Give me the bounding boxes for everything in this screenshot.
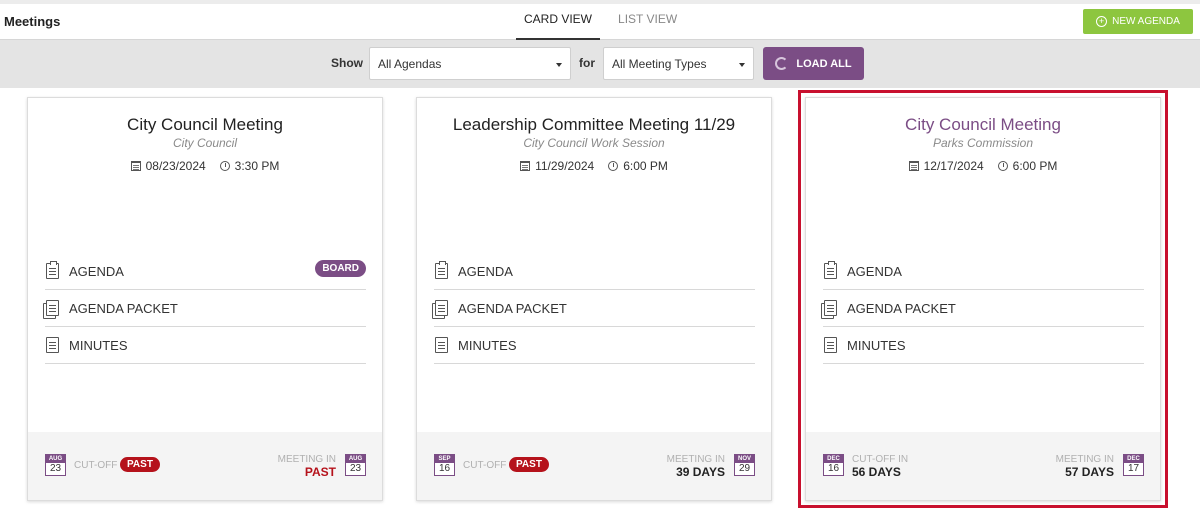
agenda-link[interactable]: AGENDA BOARD [45, 253, 366, 290]
cutoff-calendar-icon: DEC 16 [823, 454, 844, 476]
minutes-link[interactable]: MINUTES [434, 327, 755, 364]
clipboard-icon [435, 261, 448, 279]
new-agenda-label: NEW AGENDA [1112, 16, 1180, 27]
meeting-type-select-value: All Meeting Types [612, 57, 707, 71]
document-icon [824, 337, 837, 353]
plus-circle-icon: + [1096, 16, 1108, 27]
clock-icon [219, 161, 230, 171]
card-footer: DEC 16 CUT-OFF IN 56 DAYS MEETING IN 57 D… [806, 432, 1160, 500]
clock-icon [608, 161, 619, 171]
card-footer: AUG 23 CUT-OFF PAST MEETING IN PAST AUG 23 [28, 432, 382, 500]
tab-card-view[interactable]: CARD VIEW [516, 4, 601, 40]
meeting-time: 6:00 PM [623, 159, 668, 173]
agenda-label: AGENDA [847, 263, 902, 279]
filter-bar: Show All Agendas for All Meeting Types L… [0, 40, 1200, 88]
agenda-link[interactable]: AGENDA [434, 253, 755, 290]
calendar-icon [908, 161, 919, 171]
meeting-datetime: 12/17/2024 6:00 PM [806, 159, 1160, 173]
agenda-select[interactable]: All Agendas [369, 47, 571, 80]
meeting-calendar-icon: AUG 23 [345, 454, 366, 476]
calendar-icon [520, 161, 531, 171]
clock-icon [997, 161, 1008, 171]
reload-icon [775, 57, 789, 70]
agenda-packet-link[interactable]: AGENDA PACKET [45, 290, 366, 327]
chevron-down-icon [739, 63, 745, 67]
cutoff-calendar-icon: SEP 16 [434, 454, 455, 476]
meeting-datetime: 08/23/2024 3:30 PM [28, 159, 382, 173]
cutoff-label: CUT-OFF [74, 460, 118, 471]
meeting-card[interactable]: Leadership Committee Meeting 11/29 City … [416, 97, 772, 501]
meeting-body: City Council Work Session [523, 136, 665, 150]
show-label: Show [331, 56, 363, 70]
new-agenda-button[interactable]: + NEW AGENDA [1083, 9, 1193, 34]
document-icon [435, 337, 448, 353]
load-all-button[interactable]: LOAD ALL [763, 47, 864, 80]
meeting-in: MEETING IN 57 DAYS [1055, 454, 1114, 480]
meeting-in: MEETING IN 39 DAYS [666, 454, 725, 480]
packet-icon [435, 300, 448, 316]
chevron-down-icon [556, 63, 562, 67]
minutes-link[interactable]: MINUTES [45, 327, 366, 364]
agenda-packet-link[interactable]: AGENDA PACKET [434, 290, 755, 327]
for-label: for [579, 56, 595, 70]
meeting-body: City Council [172, 136, 238, 150]
meeting-calendar-icon: DEC 17 [1123, 454, 1144, 476]
view-tabs: CARD VIEW LIST VIEW [516, 4, 695, 40]
agenda-label: AGENDA [69, 263, 124, 279]
meeting-title[interactable]: Leadership Committee Meeting 11/29 [417, 115, 771, 135]
minutes-label: MINUTES [458, 337, 517, 353]
minutes-label: MINUTES [847, 337, 906, 353]
clipboard-icon [46, 261, 59, 279]
packet-icon [46, 300, 59, 316]
card-footer: SEP 16 CUT-OFF PAST MEETING IN 39 DAYS NO… [417, 432, 771, 500]
agenda-label: AGENDA [458, 263, 513, 279]
agenda-packet-label: AGENDA PACKET [69, 300, 178, 316]
cutoff-in: CUT-OFF IN 56 DAYS [852, 454, 909, 480]
tab-list-view[interactable]: LIST VIEW [610, 4, 685, 40]
agenda-packet-label: AGENDA PACKET [458, 300, 567, 316]
agenda-packet-link[interactable]: AGENDA PACKET [823, 290, 1144, 327]
minutes-link[interactable]: MINUTES [823, 327, 1144, 364]
meeting-datetime: 11/29/2024 6:00 PM [417, 159, 771, 173]
packet-icon [824, 300, 837, 316]
meeting-date: 11/29/2024 [535, 159, 595, 173]
meeting-time: 6:00 PM [1012, 159, 1058, 173]
meeting-calendar-icon: NOV 29 [734, 454, 755, 476]
load-all-label: LOAD ALL [796, 57, 852, 70]
meeting-date: 12/17/2024 [923, 159, 984, 173]
agenda-select-value: All Agendas [378, 57, 442, 71]
meeting-card[interactable]: City Council Meeting City Council 08/23/… [27, 97, 383, 501]
meeting-time: 3:30 PM [234, 159, 280, 173]
meeting-type-select[interactable]: All Meeting Types [603, 47, 754, 80]
meeting-date: 08/23/2024 [145, 159, 206, 173]
meeting-title[interactable]: City Council Meeting [806, 115, 1160, 135]
cutoff-label: CUT-OFF [463, 460, 507, 471]
calendar-icon [130, 161, 141, 171]
clipboard-icon [824, 261, 837, 279]
page-title: Meetings [4, 14, 61, 29]
document-icon [46, 337, 59, 353]
meeting-card[interactable]: City Council Meeting Parks Commission 12… [798, 90, 1168, 508]
meeting-in: MEETING IN PAST [277, 454, 336, 480]
agenda-link[interactable]: AGENDA [823, 253, 1144, 290]
board-badge[interactable]: BOARD [315, 260, 366, 277]
top-bar: Meetings CARD VIEW LIST VIEW + NEW AGEND… [0, 0, 1200, 40]
minutes-label: MINUTES [69, 337, 128, 353]
meeting-body: Parks Commission [932, 136, 1034, 150]
cutoff-status-badge: PAST [509, 457, 549, 472]
cutoff-status-badge: PAST [120, 457, 160, 472]
agenda-packet-label: AGENDA PACKET [847, 300, 956, 316]
meeting-title[interactable]: City Council Meeting [28, 115, 382, 135]
cutoff-calendar-icon: AUG 23 [45, 454, 66, 476]
